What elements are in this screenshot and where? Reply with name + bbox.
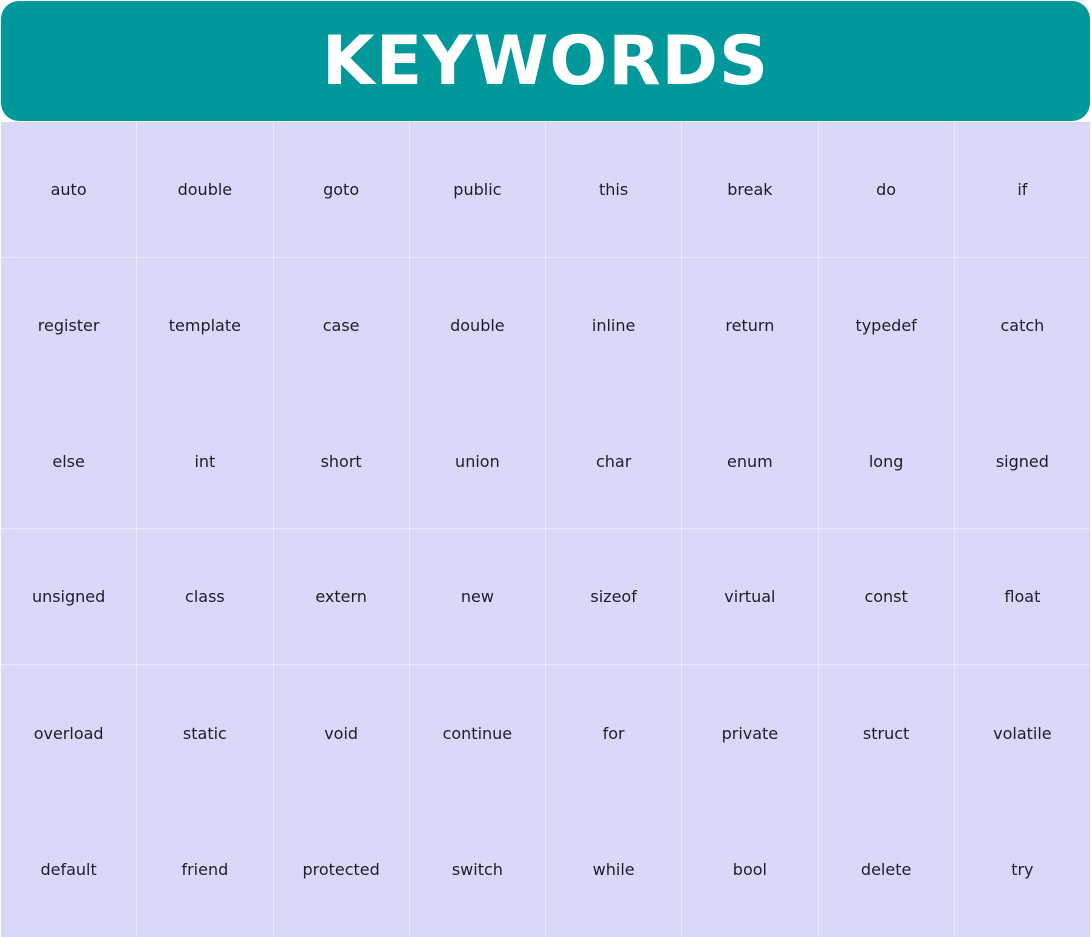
keyword-cell: bool bbox=[682, 801, 818, 937]
keyword-cell: friend bbox=[137, 801, 273, 937]
keyword-cell: public bbox=[409, 122, 545, 258]
keyword-cell: while bbox=[546, 801, 682, 937]
keyword-cell: auto bbox=[1, 122, 137, 258]
keyword-cell: else bbox=[1, 393, 137, 530]
keyword-cell: float bbox=[954, 529, 1090, 666]
keyword-cell: long bbox=[818, 393, 954, 530]
keyword-cell: double bbox=[409, 257, 545, 394]
keyword-cell: void bbox=[273, 665, 409, 802]
keyword-cell: register bbox=[1, 257, 137, 394]
keyword-cell: protected bbox=[273, 801, 409, 937]
keyword-cell: new bbox=[409, 529, 545, 666]
keyword-cell: continue bbox=[409, 665, 545, 802]
keywords-header: KEYWORDS bbox=[1, 1, 1090, 121]
keyword-cell: try bbox=[954, 801, 1090, 937]
keyword-cell: struct bbox=[818, 665, 954, 802]
keyword-cell: static bbox=[137, 665, 273, 802]
keyword-cell: goto bbox=[273, 122, 409, 258]
keyword-cell: char bbox=[546, 393, 682, 530]
keyword-cell: class bbox=[137, 529, 273, 666]
keyword-cell: virtual bbox=[682, 529, 818, 666]
keyword-cell: sizeof bbox=[546, 529, 682, 666]
keyword-cell: overload bbox=[1, 665, 137, 802]
keyword-cell: private bbox=[682, 665, 818, 802]
keyword-cell: const bbox=[818, 529, 954, 666]
keyword-cell: delete bbox=[818, 801, 954, 937]
keyword-cell: short bbox=[273, 393, 409, 530]
keyword-cell: extern bbox=[273, 529, 409, 666]
keyword-cell: default bbox=[1, 801, 137, 937]
keyword-cell: do bbox=[818, 122, 954, 258]
keyword-cell: template bbox=[137, 257, 273, 394]
keyword-cell: double bbox=[137, 122, 273, 258]
keyword-cell: typedef bbox=[818, 257, 954, 394]
keyword-cell: inline bbox=[546, 257, 682, 394]
keyword-cell: signed bbox=[954, 393, 1090, 530]
keyword-cell: volatile bbox=[954, 665, 1090, 802]
keyword-cell: switch bbox=[409, 801, 545, 937]
keyword-cell: for bbox=[546, 665, 682, 802]
page-title: KEYWORDS bbox=[322, 22, 769, 101]
keyword-cell: return bbox=[682, 257, 818, 394]
keyword-cell: break bbox=[682, 122, 818, 258]
keyword-cell: catch bbox=[954, 257, 1090, 394]
keywords-grid: auto double goto public this break do if… bbox=[1, 122, 1090, 937]
keyword-cell: this bbox=[546, 122, 682, 258]
keyword-cell: union bbox=[409, 393, 545, 530]
keyword-cell: int bbox=[137, 393, 273, 530]
keyword-cell: enum bbox=[682, 393, 818, 530]
keyword-cell: unsigned bbox=[1, 529, 137, 666]
keyword-cell: case bbox=[273, 257, 409, 394]
keyword-cell: if bbox=[954, 122, 1090, 258]
